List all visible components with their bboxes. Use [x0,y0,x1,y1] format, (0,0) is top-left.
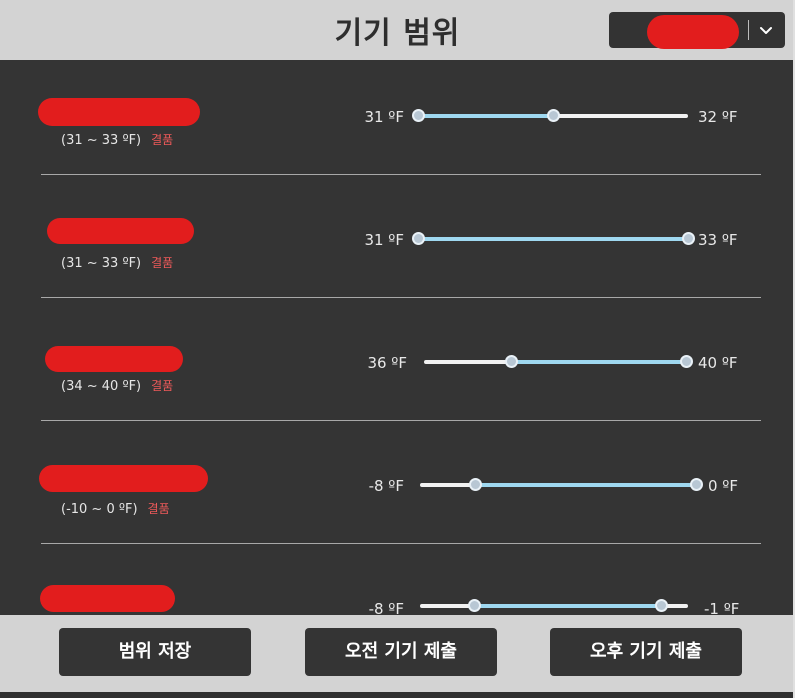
range-slider[interactable] [420,598,688,614]
device-range: (-10 ~ 0 ºF) [61,502,138,517]
row-divider [41,543,761,544]
row-divider [41,420,761,421]
device-range-line: (31 ~ 33 ºF) 결품 [61,254,173,271]
device-name [47,218,194,244]
submit-pm-button[interactable]: 오후 기기 제출 [550,628,742,676]
slider-thumb-high[interactable] [547,109,560,122]
device-range-list[interactable]: (31 ~ 33 ºF) 결품 31 ºF 32 ºF (31 ~ 33 ºF) 결… [0,60,795,615]
slider-fill [473,604,662,608]
max-temp-label: 32 ºF [698,108,738,126]
max-temp-label: 33 ºF [698,231,738,249]
slider-thumb-high[interactable] [680,355,693,368]
slider-thumb-low[interactable] [412,232,425,245]
select-divider [748,20,749,40]
device-row: -8 ºF -1 ºF [0,552,795,615]
status-badge: 결품 [151,379,174,393]
device-range-line: (31 ~ 33 ºF) 결품 [61,131,173,148]
slider-fill [418,237,688,241]
chevron-down-icon[interactable] [755,19,777,41]
window-bottom-edge [0,692,795,698]
slider-thumb-low[interactable] [469,478,483,491]
min-temp-label: 31 ºF [364,108,404,126]
device-range: (31 ~ 33 ºF) [61,256,142,271]
status-badge: 결품 [151,256,174,270]
max-temp-label: 40 ºF [698,354,738,372]
device-row: (34 ~ 40 ºF) 결품 36 ºF 40 ºF [0,306,795,429]
save-range-button[interactable]: 범위 저장 [59,628,251,676]
device-name [45,346,183,372]
device-name [40,585,175,612]
min-temp-label: -8 ºF [368,600,404,615]
range-slider[interactable] [420,477,703,493]
min-temp-label: 31 ºF [364,231,404,249]
device-range-line: (34 ~ 40 ºF) 결품 [61,377,173,394]
slider-thumb-low[interactable] [412,109,425,122]
range-slider[interactable] [412,231,695,247]
min-temp-label: -8 ºF [368,477,404,495]
device-row: (-10 ~ 0 ºF) 결품 -8 ºF 0 ºF [0,429,795,552]
slider-fill [511,360,686,364]
slider-thumb-low[interactable] [505,355,519,368]
max-temp-label: -1 ºF [704,600,740,615]
slider-thumb-high[interactable] [655,599,669,612]
slider-thumb-low[interactable] [467,599,481,612]
row-divider [41,297,761,298]
device-range-line: (-10 ~ 0 ºF) 결품 [61,500,170,517]
redaction-mark [647,15,739,49]
device-row: (31 ~ 33 ºF) 결품 31 ºF 33 ºF [0,183,795,306]
range-slider[interactable] [412,108,688,124]
status-badge: 결품 [151,133,174,147]
slider-thumb-high[interactable] [690,478,703,491]
slider-fill [475,483,696,487]
slider-fill [418,114,553,118]
range-slider[interactable] [424,354,693,370]
min-temp-label: 36 ºF [367,354,407,372]
device-name [38,98,200,126]
device-range: (31 ~ 33 ºF) [61,133,142,148]
app-header: 기기 범위 [0,0,795,60]
device-range: (34 ~ 40 ºF) [61,379,142,394]
submit-am-button[interactable]: 오전 기기 제출 [305,628,497,676]
device-name [39,465,208,492]
action-bar: 범위 저장 오전 기기 제출 오후 기기 제출 [0,615,795,698]
slider-thumb-high[interactable] [682,232,695,245]
store-select[interactable] [609,12,785,49]
status-badge: 결품 [147,502,170,516]
max-temp-label: 0 ºF [708,477,739,495]
row-divider [41,174,761,175]
device-row: (31 ~ 33 ºF) 결품 31 ºF 32 ºF [0,60,795,183]
